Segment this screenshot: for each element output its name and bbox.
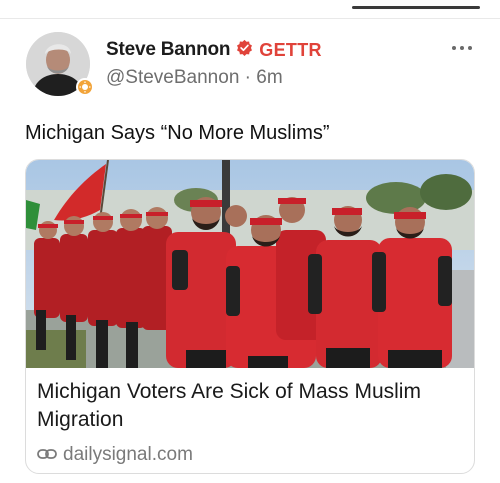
sun-badge-icon bbox=[76, 78, 94, 96]
separator-dot: · bbox=[244, 67, 251, 88]
handle-row: @SteveBannon · 6m bbox=[106, 67, 283, 89]
link-preview-image bbox=[26, 160, 474, 368]
link-preview-domain-row: dailysignal.com bbox=[37, 444, 193, 466]
post-header: Steve Bannon GETTR bbox=[106, 38, 322, 62]
top-tab-indicator bbox=[352, 6, 480, 9]
verified-badge-icon bbox=[236, 39, 253, 61]
top-divider bbox=[0, 18, 500, 19]
post-time: 6m bbox=[256, 67, 283, 88]
author-name[interactable]: Steve Bannon bbox=[106, 39, 230, 61]
gettr-platform-mark: GETTR bbox=[259, 39, 322, 60]
link-preview-card[interactable]: Michigan Voters Are Sick of Mass Muslim … bbox=[25, 159, 475, 474]
post-text: Michigan Says “No More Muslims” bbox=[25, 122, 330, 144]
author-handle[interactable]: @SteveBannon bbox=[106, 67, 239, 88]
link-preview-title: Michigan Voters Are Sick of Mass Muslim … bbox=[37, 380, 421, 431]
more-options-icon[interactable] bbox=[452, 42, 476, 54]
link-preview-domain: dailysignal.com bbox=[63, 444, 193, 465]
link-icon bbox=[37, 444, 57, 466]
